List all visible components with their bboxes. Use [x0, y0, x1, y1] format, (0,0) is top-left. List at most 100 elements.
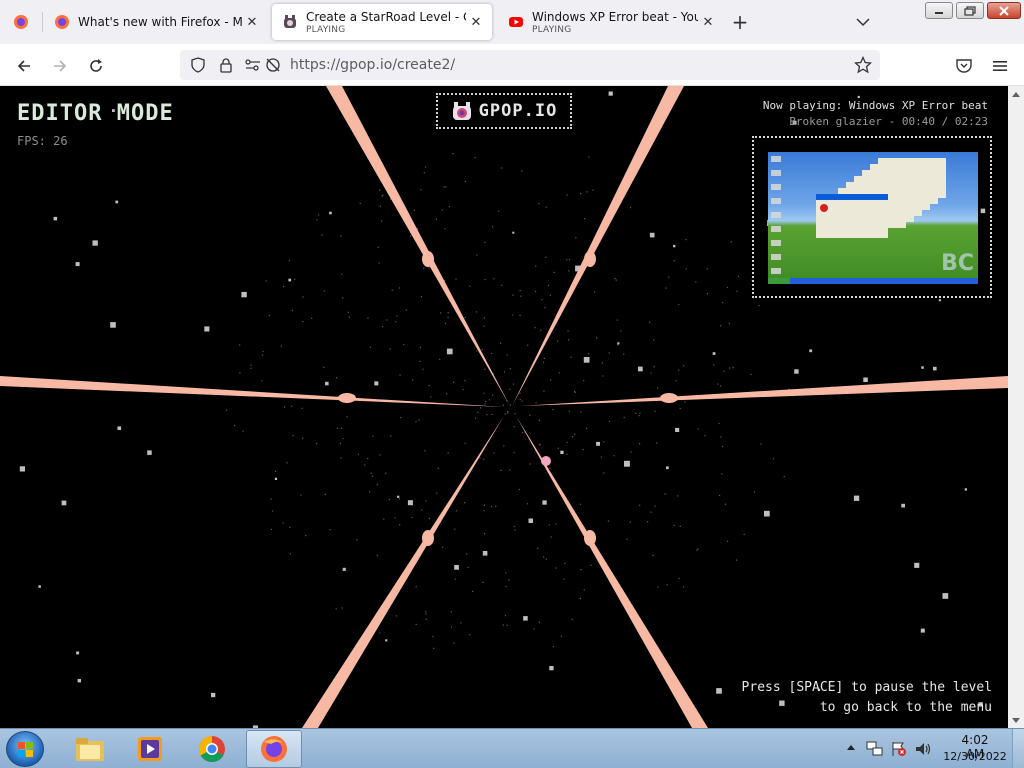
star — [415, 586, 417, 588]
star — [483, 325, 485, 327]
star — [568, 339, 570, 341]
star — [519, 398, 521, 401]
taskbar-chrome[interactable] — [184, 730, 240, 768]
star — [388, 498, 390, 501]
star — [684, 401, 686, 403]
star — [369, 346, 371, 348]
star — [654, 410, 656, 412]
star — [567, 330, 569, 332]
star — [557, 447, 559, 449]
star — [527, 344, 529, 346]
clock-date[interactable]: 12/30/2022 — [940, 750, 1010, 763]
volume-icon[interactable] — [914, 740, 932, 758]
scroll-down-arrow-icon[interactable] — [1008, 712, 1024, 728]
now-playing-label: Now playing: Windows XP Error beat — [762, 99, 988, 112]
star — [485, 400, 487, 403]
autoplay-blocked-icon[interactable] — [264, 57, 282, 73]
tab-title: Create a StarRoad Level - Gpop — [306, 9, 466, 24]
tab-title: Windows XP Error beat - YouTu — [532, 9, 698, 24]
tab-gpop-create[interactable]: Create a StarRoad Level - Gpop PLAYING ✕ — [272, 4, 492, 40]
star — [553, 271, 555, 273]
vertical-scrollbar[interactable] — [1008, 86, 1024, 728]
restore-button[interactable] — [956, 2, 984, 19]
star — [421, 509, 423, 511]
reload-button[interactable] — [82, 52, 110, 80]
star — [566, 441, 568, 443]
star — [558, 372, 560, 374]
star — [583, 380, 585, 382]
close-window-button[interactable] — [987, 2, 1021, 19]
star — [436, 492, 438, 494]
close-tab-icon[interactable]: ✕ — [242, 12, 262, 32]
star — [407, 500, 413, 506]
star — [110, 322, 116, 328]
new-tab-button[interactable]: + — [730, 10, 750, 34]
star — [624, 460, 630, 467]
star — [453, 381, 455, 383]
taskbar-firefox[interactable] — [246, 730, 302, 768]
tracking-protection-shield-icon[interactable] — [190, 57, 206, 73]
close-tab-icon[interactable]: ✕ — [466, 12, 486, 32]
show-desktop-button[interactable] — [1012, 729, 1024, 768]
pocket-button[interactable] — [950, 52, 978, 80]
tab-whats-new[interactable]: What's new with Firefox - More ✕ — [44, 4, 268, 40]
start-button[interactable] — [6, 731, 44, 767]
star — [613, 455, 615, 457]
address-bar[interactable]: https://gpop.io/create2/ — [180, 50, 880, 80]
star — [280, 345, 282, 347]
lock-icon[interactable] — [218, 57, 234, 73]
action-center-flag-icon[interactable] — [890, 740, 908, 758]
star — [316, 219, 318, 221]
star — [367, 317, 369, 319]
star — [638, 366, 643, 372]
road-node — [584, 530, 596, 546]
show-hidden-icons-icon[interactable] — [846, 743, 856, 753]
video-preview[interactable]: BC — [752, 136, 992, 298]
star — [289, 526, 291, 528]
close-tab-icon[interactable]: ✕ — [698, 12, 718, 32]
gpop-logo[interactable]: GPOP.IO — [436, 93, 572, 129]
star — [539, 443, 541, 445]
back-button[interactable] — [10, 52, 38, 80]
star — [509, 404, 511, 406]
star — [614, 277, 616, 280]
bookmark-star-icon[interactable] — [854, 56, 872, 74]
star — [579, 503, 581, 505]
star — [316, 442, 318, 445]
url-text: https://gpop.io/create2/ — [290, 57, 456, 73]
scroll-up-arrow-icon[interactable] — [1008, 86, 1024, 102]
road-ray-lower-left — [302, 416, 504, 728]
star — [445, 186, 447, 188]
permissions-icon[interactable] — [244, 57, 262, 73]
menu-button[interactable] — [986, 52, 1014, 80]
forward-button[interactable] — [46, 52, 74, 80]
star — [399, 287, 401, 289]
road-node — [584, 251, 596, 267]
star — [480, 407, 482, 409]
star — [329, 529, 331, 531]
star — [535, 265, 537, 267]
star — [668, 276, 670, 278]
star — [325, 381, 329, 386]
minimize-button[interactable] — [925, 2, 953, 19]
star — [321, 234, 323, 236]
star — [444, 322, 447, 324]
star — [528, 518, 533, 523]
star — [265, 280, 267, 282]
list-all-tabs-icon[interactable] — [852, 12, 874, 32]
star — [505, 572, 507, 574]
tab-youtube[interactable]: Windows XP Error beat - YouTu PLAYING ✕ — [498, 4, 724, 40]
star — [608, 352, 610, 354]
firefox-icon — [55, 15, 69, 29]
star — [549, 294, 551, 296]
star — [550, 536, 552, 538]
star — [588, 353, 590, 355]
star — [594, 291, 596, 293]
taskbar-media-player[interactable] — [122, 730, 178, 768]
firefox-menu-icon[interactable] — [0, 0, 42, 44]
star — [453, 642, 455, 644]
taskbar-explorer[interactable] — [62, 730, 118, 768]
network-icon[interactable] — [866, 740, 884, 758]
star — [340, 235, 342, 237]
star — [275, 470, 277, 472]
